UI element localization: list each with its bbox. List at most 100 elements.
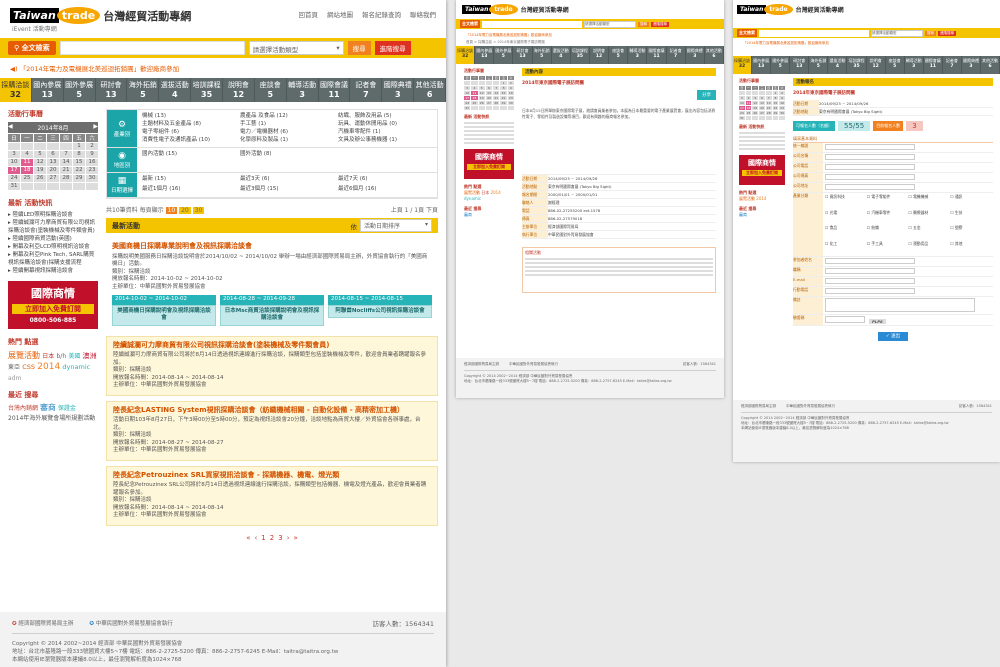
announcement-marquee[interactable]: 「2014年電力及電機展北美巡迴拓銷團」歡迎廠商參加 xyxy=(466,33,552,38)
calendar-day[interactable]: 7 xyxy=(493,86,500,90)
event-title[interactable]: 陸長紀念Petrouzinex SRL買家視訊洽談會 - 採購機器、機電、燈光類 xyxy=(113,471,431,480)
tab-1[interactable]: 國內參展 13 xyxy=(752,56,772,74)
calendar-day[interactable]: 18 xyxy=(21,167,33,174)
calendar-day[interactable]: 29 xyxy=(500,101,507,105)
calendar-day[interactable]: 23 xyxy=(779,106,785,110)
session-card[interactable]: 2014-10-02 ~ 2014-10-02 美國商機日採購說明會及視訊採購洽談… xyxy=(112,295,216,326)
category-item[interactable]: 汽機車零配件 (1) xyxy=(338,129,432,136)
industry-checkbox[interactable]: ☐ 食品 xyxy=(825,225,866,240)
calendar-day[interactable]: 21 xyxy=(765,106,772,110)
category-item[interactable]: 最近3個月 (15) xyxy=(240,186,334,195)
calendar-day[interactable]: 8 xyxy=(500,86,507,90)
calendar-day[interactable]: 14 xyxy=(765,101,772,105)
calendar-day[interactable]: 25 xyxy=(745,111,752,115)
calendar-day[interactable]: 26 xyxy=(478,101,485,105)
pager-item[interactable]: 3 xyxy=(278,534,282,542)
tab-6[interactable]: 培訓課程 35 xyxy=(191,78,224,102)
tab-10[interactable]: 國際會議 11 xyxy=(647,46,667,64)
site-logo[interactable]: Taiwan trade 台灣經貿活動專網 xyxy=(10,7,191,24)
share-button[interactable]: 分享 xyxy=(697,90,716,100)
category-item[interactable]: 玩具、運動休閒用品 (0) xyxy=(338,121,432,128)
captcha-input[interactable] xyxy=(825,316,865,323)
category-item[interactable]: 電力／電機器材 (6) xyxy=(240,129,334,136)
tab-0[interactable]: 採購洽談 32 xyxy=(0,78,32,102)
calendar-day[interactable]: 1 xyxy=(500,81,507,85)
text-input[interactable] xyxy=(825,258,915,264)
tab-11[interactable]: 記者會 7 xyxy=(667,46,686,64)
calendar-day[interactable]: 19 xyxy=(478,96,485,100)
calendar-day[interactable]: 20 xyxy=(485,96,493,100)
calendar-day[interactable]: 2 xyxy=(507,81,514,85)
calendar-day[interactable]: 9 xyxy=(86,151,98,158)
tab-4[interactable]: 海外拓銷 5 xyxy=(127,78,160,102)
event-type-select[interactable]: 請選擇活動類型 xyxy=(584,20,636,28)
calendar-day[interactable]: 24 xyxy=(464,101,471,105)
text-input[interactable] xyxy=(825,174,915,180)
tab-9[interactable]: 輔導活動 3 xyxy=(287,78,319,102)
calendar-day[interactable]: 10 xyxy=(8,159,20,166)
tab-9[interactable]: 輔導活動 3 xyxy=(628,46,648,64)
calendar-day[interactable]: 15 xyxy=(772,101,779,105)
category-item[interactable]: 手工藝 (1) xyxy=(240,121,334,128)
calendar-day[interactable]: 6 xyxy=(759,96,765,100)
calendar-day[interactable]: 30 xyxy=(779,111,785,115)
event-type-select[interactable]: 請選擇活動類型 xyxy=(871,29,923,37)
tab-9[interactable]: 輔導活動 3 xyxy=(905,56,924,74)
tab-12[interactable]: 國際典禮 3 xyxy=(686,46,705,64)
category-item[interactable]: 文具及辦公事務機器 (1) xyxy=(338,137,432,144)
calendar-day[interactable]: 22 xyxy=(73,167,85,174)
industry-checkbox[interactable]: ☐ 化工 xyxy=(825,241,866,256)
calendar-day[interactable]: 28 xyxy=(493,101,500,105)
calendar-day[interactable]: 3 xyxy=(464,86,471,90)
tab-7[interactable]: 說明會 12 xyxy=(223,78,255,102)
text-input[interactable] xyxy=(825,164,915,170)
calendar-day[interactable]: 28 xyxy=(765,111,772,115)
category-item[interactable]: 紡織、服飾及用品 (5) xyxy=(338,113,432,120)
calendar-day[interactable]: 7 xyxy=(60,151,72,158)
calendar-day[interactable]: 9 xyxy=(507,86,514,90)
breadcrumb[interactable]: 首頁 > 採購洽談 > 2014年東京國際電子展訪問團 xyxy=(466,40,545,45)
calendar-day[interactable]: 13 xyxy=(759,101,765,105)
submit-button[interactable]: ✓ 送出 xyxy=(877,332,909,341)
tab-3[interactable]: 研討會 13 xyxy=(790,56,810,74)
search-button[interactable]: 搜尋 xyxy=(347,41,371,55)
tag[interactable]: dynamic xyxy=(62,363,90,371)
calendar-day[interactable]: 5 xyxy=(752,96,759,100)
tag[interactable]: 日本 xyxy=(42,353,54,360)
tab-10[interactable]: 國際會議 11 xyxy=(924,56,943,74)
calendar-day[interactable]: 12 xyxy=(752,101,759,105)
session-card[interactable]: 2014-08-15 ~ 2014-08-15 阿聯酋Nocliffs公司視訊採購… xyxy=(328,295,432,326)
industry-checkbox[interactable]: ☐ 手工具 xyxy=(867,241,908,256)
category-item[interactable]: 最新 (15) xyxy=(142,176,236,185)
category-item[interactable]: 機械 (13) xyxy=(142,113,236,120)
category-item[interactable]: 最近1個月 (16) xyxy=(142,186,236,195)
category-item[interactable]: 國外活動 (8) xyxy=(240,151,334,169)
pager-item[interactable]: › xyxy=(287,534,290,542)
calendar-day[interactable]: 30 xyxy=(507,101,514,105)
calendar-day[interactable]: 13 xyxy=(47,159,59,166)
event-title[interactable]: 陸續誠瀾可力摩商貿有限公司視訊採購洽談會(塗裝機械及零件類會員) xyxy=(113,341,431,350)
calendar-day[interactable]: 31 xyxy=(8,183,20,190)
trade-news-ad[interactable]: 國際商情 立即加入免費訂閱 0800-506-885 xyxy=(8,281,98,329)
calendar-day[interactable]: 11 xyxy=(471,91,478,95)
tab-5[interactable]: 選拔活動 4 xyxy=(828,56,848,74)
category-item[interactable]: 化學原料及製品 (1) xyxy=(240,137,334,144)
recent-event-item[interactable]: ▸ 陸續誠瀾可力摩商貿有限公司視訊採購洽談會(塗裝機械及零件類會員) xyxy=(8,219,98,235)
industry-checkbox[interactable]: ☐ 運動用品 xyxy=(909,241,950,256)
calendar-day[interactable]: 8 xyxy=(772,96,779,100)
tab-1[interactable]: 國內參展 13 xyxy=(475,46,495,64)
tab-8[interactable]: 座談會 5 xyxy=(609,46,629,64)
search-input[interactable] xyxy=(482,20,582,28)
text-input[interactable] xyxy=(825,298,975,312)
pager-item[interactable]: 2 xyxy=(270,534,274,542)
industry-checkbox[interactable]: ☐ 汽機車零件 xyxy=(867,210,908,225)
calendar-day[interactable]: 12 xyxy=(478,91,485,95)
tab-5[interactable]: 選拔活動 4 xyxy=(159,78,192,102)
tag[interactable]: 東亞 xyxy=(8,364,20,371)
nav-contact[interactable]: 聯絡我們 xyxy=(410,9,436,19)
tab-6[interactable]: 培訓課程 35 xyxy=(847,56,867,74)
calendar-day[interactable]: 4 xyxy=(21,151,33,158)
search-button[interactable]: 搜尋 xyxy=(925,30,936,36)
calendar-day[interactable]: 3 xyxy=(739,96,745,100)
calendar-day[interactable]: 17 xyxy=(739,106,745,110)
